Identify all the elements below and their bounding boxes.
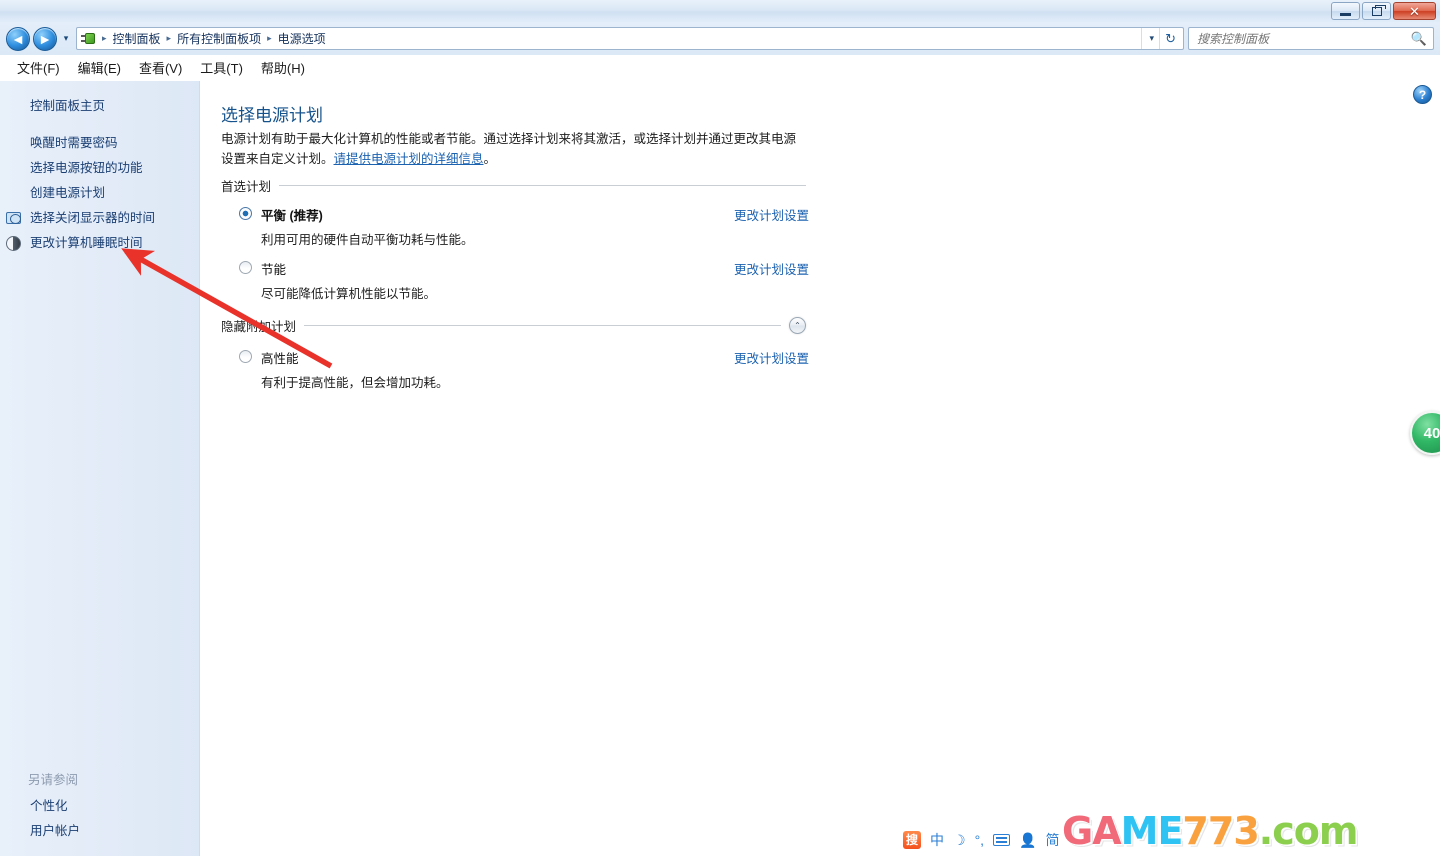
power-plug-icon bbox=[81, 31, 98, 47]
plan-high-performance-description: 有利于提高性能，但会增加功耗。 bbox=[261, 376, 449, 390]
watermark-letter: A bbox=[1092, 809, 1121, 853]
minimize-icon bbox=[1340, 12, 1351, 16]
watermark-letter: o bbox=[1293, 809, 1320, 853]
menu-tools[interactable]: 工具(T) bbox=[191, 55, 252, 80]
close-icon: ✕ bbox=[1409, 3, 1420, 19]
back-icon: ◄ bbox=[11, 30, 25, 47]
back-button[interactable]: ◄ bbox=[6, 26, 30, 51]
window-controls: ✕ bbox=[1331, 2, 1436, 20]
search-icon: 🔍 bbox=[1410, 30, 1427, 46]
watermark-letter: . bbox=[1258, 809, 1273, 853]
watermark-letter: 7 bbox=[1207, 809, 1234, 853]
power-plan-info-link[interactable]: 请提供电源计划的详细信息 bbox=[334, 152, 484, 166]
forward-icon: ► bbox=[38, 30, 52, 47]
sidebar-item-label: 更改计算机睡眠时间 bbox=[30, 236, 143, 250]
plan-power-saver-change-settings-link[interactable]: 更改计划设置 bbox=[734, 259, 809, 278]
page-description-text: 电源计划有助于最大化计算机的性能或者节能。通过选择计划来将其激活，或选择计划并通… bbox=[221, 132, 797, 166]
forward-button[interactable]: ► bbox=[33, 26, 57, 51]
plan-balanced[interactable]: 平衡 (推荐) 利用可用的硬件自动平衡功耗与性能。 更改计划设置 bbox=[239, 205, 809, 248]
sidebar-item-require-password[interactable]: 唤醒时需要密码 bbox=[0, 131, 199, 156]
preferred-plans-section-header: 首选计划 bbox=[221, 177, 806, 194]
power-options-window: ✕ ◄ ► ▾ ▸ 控制面板 ▸ 所有控制面板项 ▸ 电源选项 ▾ ↻ 🔍 bbox=[0, 0, 1440, 856]
plan-power-saver-name: 节能 bbox=[261, 263, 287, 277]
search-input[interactable] bbox=[1197, 31, 1397, 46]
page-title: 选择电源计划 bbox=[221, 106, 323, 125]
keyboard-icon[interactable] bbox=[993, 834, 1011, 846]
sidebar-item-power-button-action[interactable]: 选择电源按钮的功能 bbox=[0, 156, 199, 181]
plan-power-saver-description: 尽可能降低计算机性能以节能。 bbox=[261, 287, 437, 301]
close-button[interactable]: ✕ bbox=[1393, 2, 1436, 20]
watermark-letter: m bbox=[1318, 809, 1359, 853]
ime-mode-chinese[interactable]: 中 bbox=[930, 833, 944, 847]
maximize-button[interactable] bbox=[1362, 2, 1391, 20]
maximize-icon bbox=[1371, 4, 1386, 16]
sidebar-item-change-sleep-time[interactable]: 更改计算机睡眠时间 bbox=[0, 231, 199, 256]
sogou-logo-icon[interactable]: 搜 bbox=[903, 831, 921, 849]
plan-balanced-name: 平衡 (推荐) bbox=[261, 209, 323, 223]
see-also-title: 另请参阅 bbox=[28, 773, 79, 787]
chevron-up-icon[interactable]: ⌃ bbox=[789, 316, 806, 334]
help-icon[interactable]: ? bbox=[1413, 85, 1432, 104]
plan-power-saver-radio[interactable] bbox=[239, 261, 252, 274]
watermark-letter: M bbox=[1120, 809, 1159, 853]
breadcrumb-item-power-options[interactable]: 电源选项 bbox=[273, 29, 331, 48]
plan-balanced-change-settings-link[interactable]: 更改计划设置 bbox=[734, 205, 809, 224]
sidebar-item-create-power-plan[interactable]: 创建电源计划 bbox=[0, 181, 199, 206]
section-divider bbox=[279, 184, 806, 186]
sidebar: 控制面板主页 唤醒时需要密码 选择电源按钮的功能 创建电源计划 选择关闭显示器的… bbox=[0, 81, 200, 856]
plan-power-saver[interactable]: 节能 尽可能降低计算机性能以节能。 更改计划设置 bbox=[239, 259, 809, 302]
breadcrumb-item-all-items[interactable]: 所有控制面板项 bbox=[172, 29, 266, 48]
moon-icon bbox=[6, 236, 21, 251]
menu-help[interactable]: 帮助(H) bbox=[252, 55, 314, 80]
see-also-section: 另请参阅 个性化 用户帐户 bbox=[0, 765, 200, 844]
minimize-button[interactable] bbox=[1331, 2, 1360, 20]
plan-balanced-radio[interactable] bbox=[239, 207, 252, 220]
sidebar-item-control-panel-home[interactable]: 控制面板主页 bbox=[0, 94, 199, 119]
preferred-plans-label: 首选计划 bbox=[221, 179, 272, 194]
address-bar: ◄ ► ▾ ▸ 控制面板 ▸ 所有控制面板项 ▸ 电源选项 ▾ ↻ 🔍 bbox=[0, 22, 1440, 55]
plan-high-performance[interactable]: 高性能 有利于提高性能，但会增加功耗。 更改计划设置 bbox=[239, 348, 809, 391]
ime-toolbar: 搜 中 ☽ °, 👤 简 bbox=[898, 828, 1065, 852]
menu-edit[interactable]: 编辑(E) bbox=[69, 55, 130, 80]
title-bar: ✕ bbox=[0, 0, 1440, 22]
watermark-letter: 7 bbox=[1182, 809, 1208, 853]
moon-icon[interactable]: ☽ bbox=[953, 833, 966, 847]
watermark-letter: c bbox=[1272, 809, 1295, 853]
refresh-button[interactable]: ↻ bbox=[1159, 28, 1181, 49]
sidebar-item-personalization[interactable]: 个性化 bbox=[0, 794, 200, 819]
punctuation-icon[interactable]: °, bbox=[975, 833, 985, 847]
watermark-letter: E bbox=[1157, 809, 1183, 853]
page-description-suffix: 。 bbox=[483, 152, 497, 166]
main-content: ? 选择电源计划 电源计划有助于最大化计算机的性能或者节能。通过选择计划来将其激… bbox=[201, 81, 1440, 856]
menu-file[interactable]: 文件(F) bbox=[8, 55, 69, 80]
search-box[interactable]: 🔍 bbox=[1188, 27, 1434, 50]
breadcrumb-item-control-panel[interactable]: 控制面板 bbox=[108, 29, 166, 48]
menu-bar: 文件(F) 编辑(E) 查看(V) 工具(T) 帮助(H) bbox=[0, 55, 1440, 81]
sidebar-item-label: 选择关闭显示器的时间 bbox=[30, 211, 156, 225]
watermark: GAME773.com bbox=[1062, 809, 1359, 853]
plan-high-performance-radio[interactable] bbox=[239, 350, 252, 363]
path-dropdown-button[interactable]: ▾ bbox=[1141, 28, 1161, 49]
watermark-letter: G bbox=[1062, 809, 1093, 853]
plan-high-performance-change-settings-link[interactable]: 更改计划设置 bbox=[734, 348, 809, 367]
hidden-plans-label: 隐藏附加计划 bbox=[221, 319, 297, 334]
status-badge[interactable]: 40 bbox=[1410, 411, 1440, 455]
monitor-icon bbox=[6, 212, 21, 224]
ime-simplified-toggle[interactable]: 简 bbox=[1046, 833, 1060, 847]
watermark-letter: 3 bbox=[1233, 809, 1259, 853]
breadcrumb[interactable]: ▸ 控制面板 ▸ 所有控制面板项 ▸ 电源选项 ▾ ↻ bbox=[76, 27, 1184, 50]
person-icon[interactable]: 👤 bbox=[1019, 833, 1036, 847]
plan-high-performance-name: 高性能 bbox=[261, 352, 299, 366]
sidebar-item-choose-display-off-time[interactable]: 选择关闭显示器的时间 bbox=[0, 206, 199, 231]
page-description: 电源计划有助于最大化计算机的性能或者节能。通过选择计划来将其激活，或选择计划并通… bbox=[221, 129, 807, 169]
sidebar-item-user-accounts[interactable]: 用户帐户 bbox=[0, 819, 200, 844]
history-dropdown-button[interactable]: ▾ bbox=[59, 33, 73, 44]
menu-view[interactable]: 查看(V) bbox=[130, 55, 191, 80]
section-divider bbox=[304, 324, 781, 326]
plan-balanced-description: 利用可用的硬件自动平衡功耗与性能。 bbox=[261, 233, 474, 247]
hidden-plans-section-header: 隐藏附加计划 ⌃ bbox=[221, 316, 806, 334]
